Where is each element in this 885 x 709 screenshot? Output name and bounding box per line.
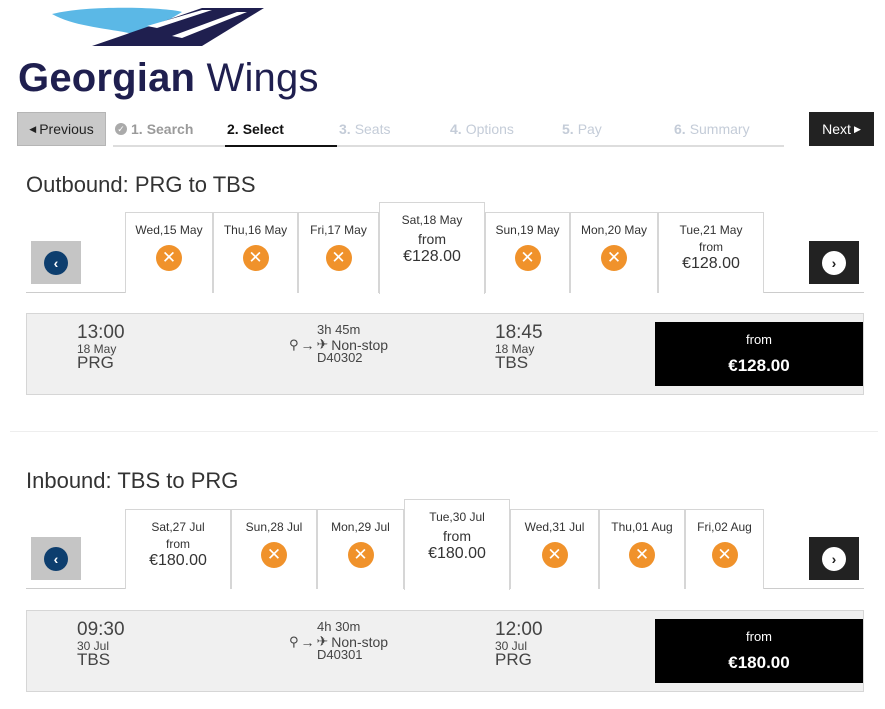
flight-duration: 4h 30m <box>317 619 361 634</box>
departure-airport: PRG <box>77 353 114 372</box>
booking-steps: ◀ Previous ✓ 1. Search 2. Select 3. Seats 4. O… <box>17 112 874 148</box>
outbound-day-2: Fri,17 May ✕ <box>298 212 379 293</box>
step-select[interactable]: 2. Select <box>225 112 337 147</box>
outbound-flight-row[interactable]: 13:00 18 May PRG 3h 45m ⚲ → ✈ Non-stop D… <box>26 313 864 395</box>
outbound-day-0: Wed,15 May ✕ <box>125 212 213 293</box>
step-options: 4. Options <box>448 112 560 147</box>
outbound-day-4: Sun,19 May ✕ <box>485 212 570 293</box>
brand-logo[interactable]: Georgian Wings <box>18 6 318 100</box>
outbound-title: Outbound: PRG to TBS <box>26 172 256 197</box>
flight-number: D40302 <box>317 350 363 365</box>
arrow-right-icon: → <box>300 336 315 353</box>
outbound-day-1: Thu,16 May ✕ <box>213 212 298 293</box>
outbound-day-6[interactable]: Tue,21 May from €128.00 <box>658 212 764 293</box>
step-summary: 6. Summary <box>672 112 784 147</box>
brand-name: Georgian Wings <box>18 56 319 100</box>
section-divider <box>10 431 878 432</box>
departure-airport: TBS <box>77 650 111 669</box>
inbound-price-button[interactable]: from €180.00 <box>655 619 863 683</box>
chevron-left-icon: ‹ <box>44 250 68 275</box>
outbound-date-strip: ‹ Wed,15 May ✕ Thu,16 May ✕ Fri,17 May ✕… <box>26 202 864 294</box>
inbound-next-dates-button[interactable]: › <box>809 537 859 580</box>
check-icon: ✓ <box>115 122 127 135</box>
outbound-day-3-selected[interactable]: Sat,18 May from €128.00 <box>379 202 485 294</box>
inbound-flight-row[interactable]: 09:30 30 Jul TBS 4h 30m ⚲ → ✈ Non-stop D… <box>26 610 864 692</box>
arrival-airport: TBS <box>495 353 529 372</box>
inbound-day-0[interactable]: Sat,27 Jul from €180.00 <box>125 509 231 589</box>
caret-right-icon: ▶ <box>853 123 861 134</box>
inbound-title: Inbound: TBS to PRG <box>26 468 239 493</box>
chevron-right-icon: › <box>822 546 846 571</box>
departure-time: 13:00 <box>77 322 125 343</box>
inbound-day-6: Fri,02 Aug ✕ <box>685 509 764 589</box>
inbound-day-4: Wed,31 Jul ✕ <box>510 509 599 589</box>
step-search[interactable]: ✓ 1. Search <box>113 112 225 147</box>
inbound-day-2: Mon,29 Jul ✕ <box>317 509 404 589</box>
inbound-day-3-selected[interactable]: Tue,30 Jul from €180.00 <box>404 499 510 590</box>
next-button[interactable]: Next ▶ <box>809 112 874 146</box>
arrival-airport: PRG <box>495 650 532 669</box>
unavailable-icon: ✕ <box>156 245 182 271</box>
unavailable-icon: ✕ <box>242 245 269 271</box>
inbound-prev-dates-button[interactable]: ‹ <box>31 537 81 580</box>
arrival-time: 18:45 <box>495 322 543 343</box>
unavailable-icon: ✕ <box>541 542 568 568</box>
unavailable-icon: ✕ <box>514 245 541 271</box>
step-pay: 5. Pay <box>560 112 672 147</box>
unavailable-icon: ✕ <box>711 542 738 568</box>
arrival-time: 12:00 <box>495 619 543 640</box>
unavailable-icon: ✕ <box>347 542 374 568</box>
flight-number: D40301 <box>317 647 363 662</box>
caret-left-icon: ◀ <box>29 123 37 134</box>
outbound-prev-dates-button[interactable]: ‹ <box>31 241 81 284</box>
wing-logo-icon <box>52 7 264 46</box>
inbound-date-strip: ‹ Sat,27 Jul from €180.00 Sun,28 Jul ✕ M… <box>26 498 864 590</box>
chevron-right-icon: › <box>822 250 846 275</box>
arrow-right-icon: → <box>300 633 315 650</box>
flight-duration: 3h 45m <box>317 322 361 337</box>
previous-button[interactable]: ◀ Previous <box>17 112 106 146</box>
map-pin-icon: ⚲ <box>289 633 299 649</box>
map-pin-icon: ⚲ <box>289 336 299 352</box>
step-seats: 3. Seats <box>337 112 449 147</box>
unavailable-icon: ✕ <box>629 542 655 568</box>
inbound-day-5: Thu,01 Aug ✕ <box>599 509 685 589</box>
outbound-next-dates-button[interactable]: › <box>809 241 859 284</box>
outbound-price-button[interactable]: from €128.00 <box>655 322 863 386</box>
unavailable-icon: ✕ <box>601 245 627 271</box>
unavailable-icon: ✕ <box>261 542 287 568</box>
departure-time: 09:30 <box>77 619 125 640</box>
outbound-day-5: Mon,20 May ✕ <box>570 212 658 293</box>
unavailable-icon: ✕ <box>325 245 352 271</box>
inbound-day-1: Sun,28 Jul ✕ <box>231 509 317 589</box>
chevron-left-icon: ‹ <box>44 546 68 571</box>
